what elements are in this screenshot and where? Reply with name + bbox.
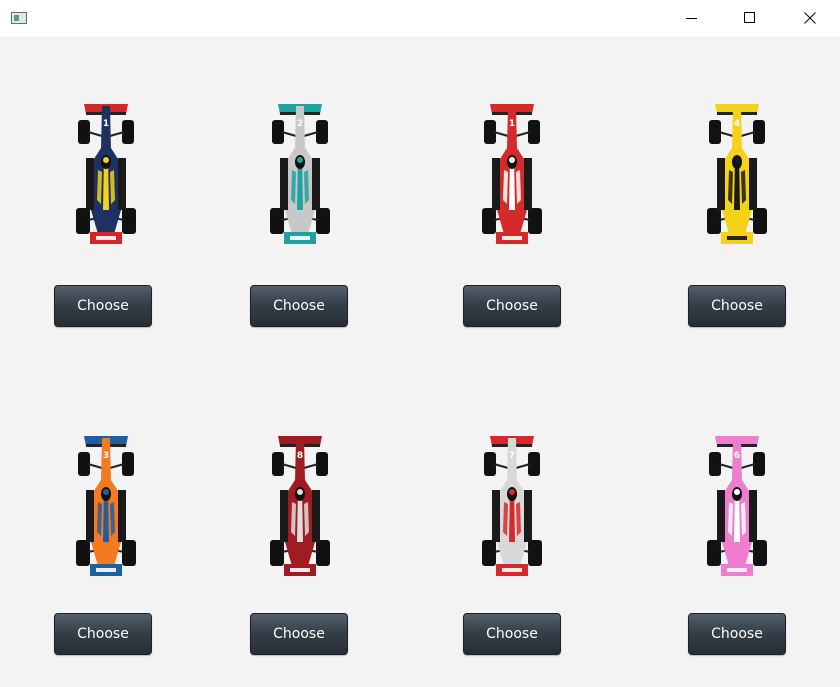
car-image: 3 [76, 436, 136, 576]
minimize-icon [686, 18, 697, 19]
choose-button[interactable]: Choose [54, 613, 152, 655]
svg-text:6: 6 [734, 451, 740, 461]
choose-button[interactable]: Choose [54, 285, 152, 327]
choose-button[interactable]: Choose [463, 285, 561, 327]
window-icon [11, 12, 27, 24]
car-image: 6 [707, 436, 767, 576]
car-selection-panel: 1 Choose 2 Choose 1 Choose 4 Choose 3 Ch… [0, 37, 840, 687]
car-image: 2 [270, 104, 330, 244]
title-bar [0, 0, 840, 37]
choose-button[interactable]: Choose [688, 285, 786, 327]
choose-button[interactable]: Choose [688, 613, 786, 655]
maximize-button[interactable] [722, 0, 780, 37]
choose-button[interactable]: Choose [250, 285, 348, 327]
car-image: 8 [270, 436, 330, 576]
maximize-icon [744, 12, 755, 23]
choose-button[interactable]: Choose [463, 613, 561, 655]
car-image: 1 [482, 104, 542, 244]
close-icon [804, 12, 816, 24]
car-image: 1 [76, 104, 136, 244]
svg-text:3: 3 [103, 451, 109, 461]
choose-button[interactable]: Choose [250, 613, 348, 655]
svg-text:8: 8 [297, 451, 303, 461]
close-button[interactable] [782, 0, 840, 37]
svg-text:7: 7 [509, 451, 515, 461]
svg-text:4: 4 [734, 119, 740, 129]
car-image: 4 [707, 104, 767, 244]
svg-text:2: 2 [297, 119, 303, 129]
car-image: 7 [482, 436, 542, 576]
minimize-button[interactable] [664, 0, 722, 37]
svg-text:1: 1 [509, 119, 515, 129]
svg-text:1: 1 [103, 119, 109, 129]
